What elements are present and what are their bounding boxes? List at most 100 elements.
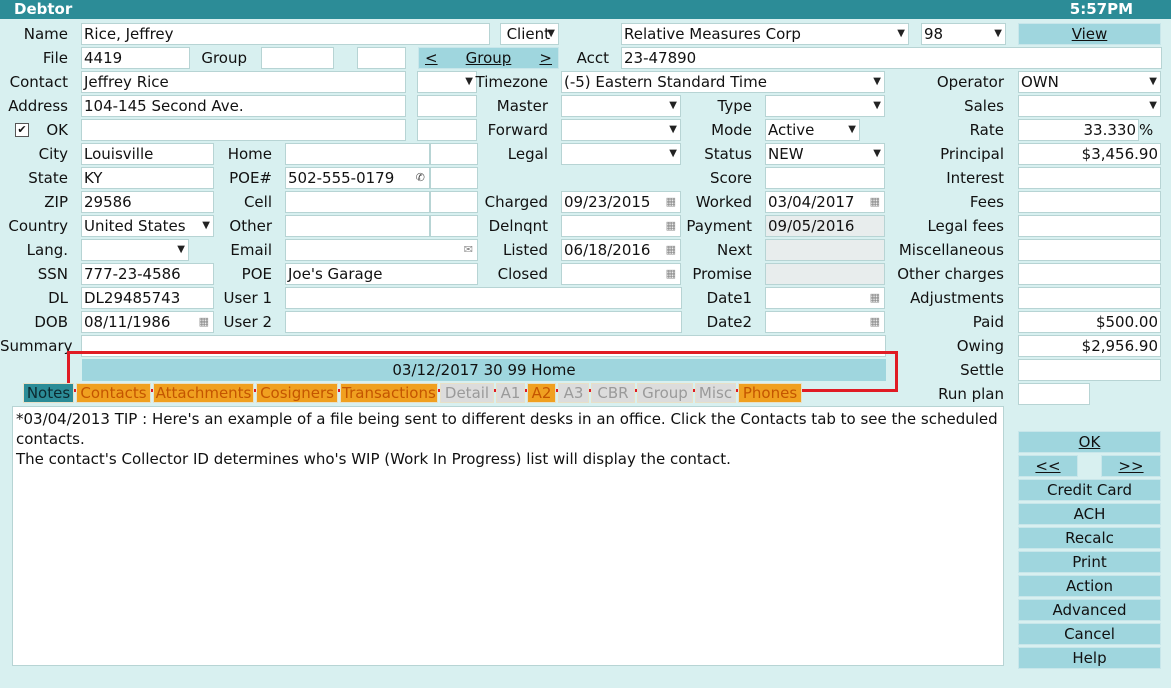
- tab-detail[interactable]: Detail: [440, 383, 494, 403]
- cell-field[interactable]: [285, 191, 430, 213]
- calendar-icon[interactable]: ▦: [870, 192, 880, 212]
- group-prev-button[interactable]: <: [425, 48, 438, 68]
- score-field[interactable]: [765, 167, 885, 189]
- address-extra-field[interactable]: [417, 95, 477, 117]
- home-phone-field[interactable]: [285, 143, 430, 165]
- calendar-icon[interactable]: ▦: [666, 264, 676, 284]
- contact-field[interactable]: Jeffrey Rice: [81, 71, 406, 93]
- credit-card-button[interactable]: Credit Card: [1018, 479, 1161, 501]
- client-select[interactable]: Relative Measures Corp ▼: [621, 23, 909, 45]
- contact-type-select[interactable]: ▼: [417, 71, 477, 93]
- ach-button[interactable]: ACH: [1018, 503, 1161, 525]
- charged-field[interactable]: 09/23/2015 ▦: [561, 191, 681, 213]
- tab-group[interactable]: Group: [637, 383, 693, 403]
- tab-transactions[interactable]: Transactions: [340, 383, 438, 403]
- notes-textarea[interactable]: *03/04/2013 TIP : Here's an example of a…: [12, 406, 1004, 666]
- prev-record-button[interactable]: <<: [1018, 455, 1078, 477]
- state-field[interactable]: KY: [81, 167, 214, 189]
- settle-field[interactable]: [1018, 359, 1161, 381]
- view-button[interactable]: View: [1018, 23, 1161, 45]
- print-button[interactable]: Print: [1018, 551, 1161, 573]
- phone-icon[interactable]: ✆: [416, 168, 425, 188]
- city-field[interactable]: Louisville: [81, 143, 214, 165]
- calendar-icon[interactable]: ▦: [666, 192, 676, 212]
- action-button[interactable]: Action: [1018, 575, 1161, 597]
- group-button-label: Group: [465, 49, 512, 67]
- tab-a2[interactable]: A2: [527, 383, 556, 403]
- tab-contacts[interactable]: Contacts: [76, 383, 151, 403]
- cancel-button[interactable]: Cancel: [1018, 623, 1161, 645]
- sales-select[interactable]: ▼: [1018, 95, 1161, 117]
- poe-ext-field[interactable]: [430, 167, 478, 189]
- other-phone-field[interactable]: [285, 215, 430, 237]
- tab-a1[interactable]: A1: [496, 383, 525, 403]
- recalc-button[interactable]: Recalc: [1018, 527, 1161, 549]
- address2-field[interactable]: [81, 119, 406, 141]
- tab-misc[interactable]: Misc: [695, 383, 736, 403]
- next-record-button[interactable]: >>: [1101, 455, 1161, 477]
- listed-field[interactable]: 06/18/2016 ▦: [561, 239, 681, 261]
- interest-field[interactable]: [1018, 167, 1161, 189]
- forward-select[interactable]: ▼: [561, 119, 681, 141]
- address-field[interactable]: 104-145 Second Ave.: [81, 95, 406, 117]
- status-select[interactable]: NEW ▼: [765, 143, 885, 165]
- tab-cosigners[interactable]: Cosigners: [256, 383, 338, 403]
- user2-field[interactable]: [285, 311, 682, 333]
- group-field[interactable]: [261, 47, 334, 69]
- delnqnt-label: Delnqnt: [488, 217, 548, 235]
- date2-field[interactable]: ▦: [765, 311, 885, 333]
- timezone-select[interactable]: (-5) Eastern Standard Time ▼: [561, 71, 885, 93]
- legal-select[interactable]: ▼: [561, 143, 681, 165]
- dl-field[interactable]: DL29485743: [81, 287, 214, 309]
- tab-notes[interactable]: Notes: [23, 383, 74, 403]
- legal-fees-field[interactable]: [1018, 215, 1161, 237]
- tab-phones[interactable]: Phones: [738, 383, 802, 403]
- file-field[interactable]: 4419: [81, 47, 190, 69]
- calendar-icon[interactable]: ▦: [870, 312, 880, 332]
- calendar-icon[interactable]: ▦: [870, 288, 880, 308]
- email-field[interactable]: ✉: [285, 239, 478, 261]
- client-code-select[interactable]: 98 ▼: [921, 23, 1006, 45]
- tab-cbr[interactable]: CBR: [591, 383, 635, 403]
- tab-a3[interactable]: A3: [558, 383, 589, 403]
- worked-field[interactable]: 03/04/2017 ▦: [765, 191, 885, 213]
- run-plan-field[interactable]: [1018, 383, 1090, 405]
- acct-field[interactable]: 23-47890: [621, 47, 1162, 69]
- group-nav-button[interactable]: < Group >: [418, 47, 559, 69]
- ok-button[interactable]: OK: [1018, 431, 1161, 453]
- delnqnt-field[interactable]: ▦: [561, 215, 681, 237]
- misc-field[interactable]: [1018, 239, 1161, 261]
- principal-field[interactable]: $3,456.90: [1018, 143, 1161, 165]
- paid-field[interactable]: $500.00: [1018, 311, 1161, 333]
- ssn-field[interactable]: 777-23-4586: [81, 263, 214, 285]
- country-select[interactable]: United States ▼: [81, 215, 214, 237]
- mode-select[interactable]: Active ▼: [765, 119, 860, 141]
- group-next-button[interactable]: >: [539, 48, 552, 68]
- zip-field[interactable]: 29586: [81, 191, 214, 213]
- closed-field[interactable]: ▦: [561, 263, 681, 285]
- user1-field[interactable]: [285, 287, 682, 309]
- promise-field: [765, 263, 885, 285]
- tab-attachments[interactable]: Attachments: [153, 383, 254, 403]
- master-select[interactable]: ▼: [561, 95, 681, 117]
- type-select[interactable]: ▼: [765, 95, 885, 117]
- dob-field[interactable]: 08/11/1986 ▦: [81, 311, 214, 333]
- calendar-icon[interactable]: ▦: [199, 312, 209, 332]
- fees-field[interactable]: [1018, 191, 1161, 213]
- poe-field[interactable]: Joe's Garage: [285, 263, 478, 285]
- other-charges-field[interactable]: [1018, 263, 1161, 285]
- lang-select[interactable]: ▼: [81, 239, 189, 261]
- operator-select[interactable]: OWN ▼: [1018, 71, 1161, 93]
- group-field-2[interactable]: [357, 47, 406, 69]
- calendar-icon[interactable]: ▦: [666, 216, 676, 236]
- address2-extra-field[interactable]: [417, 119, 477, 141]
- advanced-button[interactable]: Advanced: [1018, 599, 1161, 621]
- name-field[interactable]: Rice, Jeffrey: [81, 23, 490, 45]
- date1-field[interactable]: ▦: [765, 287, 885, 309]
- owing-field[interactable]: $2,956.90: [1018, 335, 1161, 357]
- help-button[interactable]: Help: [1018, 647, 1161, 669]
- poe-phone-field[interactable]: 502-555-0179 ✆: [285, 167, 430, 189]
- calendar-icon[interactable]: ▦: [666, 240, 676, 260]
- rate-field[interactable]: 33.330: [1018, 119, 1139, 141]
- adjustments-field[interactable]: [1018, 287, 1161, 309]
